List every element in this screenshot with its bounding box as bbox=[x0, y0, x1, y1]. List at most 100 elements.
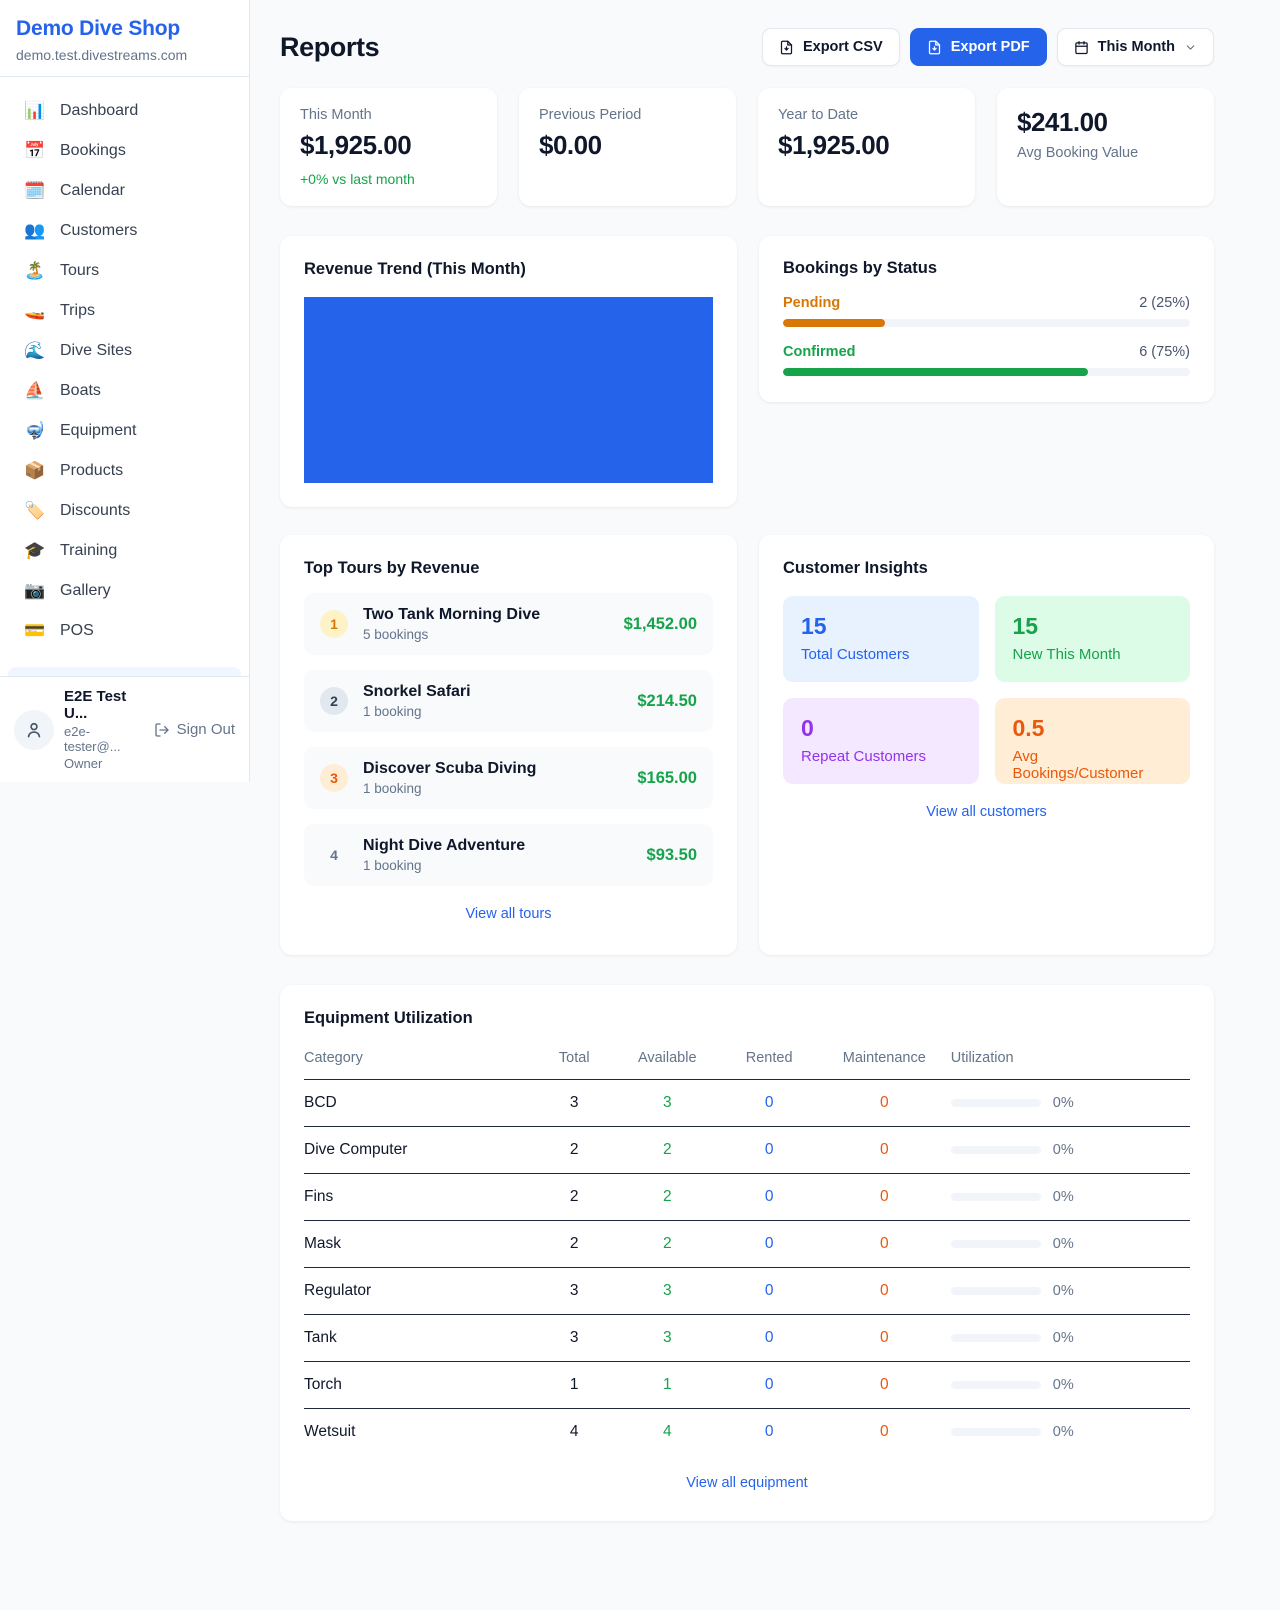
view-all-tours-link[interactable]: View all tours bbox=[304, 906, 713, 922]
sidebar-item-label: Discounts bbox=[60, 502, 130, 520]
tile-number: 0.5 bbox=[1013, 715, 1173, 742]
insight-tiles: 15 Total Customers 15 New This Month 0 R… bbox=[783, 596, 1190, 784]
utilization-bar bbox=[951, 1193, 1041, 1201]
sidebar-item-label: Customers bbox=[60, 222, 137, 240]
main-content: Reports Export CSV Export PDF This Month… bbox=[280, 0, 1214, 1521]
progress-track bbox=[783, 368, 1190, 376]
sidebar-item-equipment[interactable]: 🤿 Equipment bbox=[8, 411, 241, 451]
sidebar: Demo Dive Shop demo.test.divestreams.com… bbox=[0, 0, 250, 782]
tour-name: Night Dive Adventure bbox=[363, 837, 632, 855]
sidebar-item-boats[interactable]: ⛵ Boats bbox=[8, 371, 241, 411]
tile-total-customers: 15 Total Customers bbox=[783, 596, 979, 682]
sign-out-label: Sign Out bbox=[177, 721, 235, 738]
brand-name: Demo Dive Shop bbox=[16, 17, 233, 41]
sidebar-item-discounts[interactable]: 🏷️ Discounts bbox=[8, 491, 241, 531]
sidebar-item-pos[interactable]: 💳 POS bbox=[8, 611, 241, 651]
sidebar-item-trips[interactable]: 🚤 Trips bbox=[8, 291, 241, 331]
card-title: Revenue Trend (This Month) bbox=[304, 260, 713, 279]
tour-amount: $165.00 bbox=[637, 769, 697, 788]
sidebar-item-label: Gallery bbox=[60, 582, 111, 600]
view-all-equipment-link[interactable]: View all equipment bbox=[304, 1475, 1190, 1491]
table-row: Regulator 3 3 0 0 0% bbox=[304, 1268, 1190, 1315]
sidebar-nav: 📊 Dashboard 📅 Bookings 🗓️ Calendar 👥 Cus… bbox=[0, 77, 249, 667]
progress-fill bbox=[783, 368, 1088, 376]
utilization-bar bbox=[951, 1287, 1041, 1295]
rank-badge: 2 bbox=[320, 687, 348, 715]
stat-delta: +0% vs last month bbox=[300, 171, 477, 187]
stat-card-year-to-date: Year to Date $1,925.00 bbox=[758, 88, 975, 206]
equipment-utilization-card: Equipment Utilization Category Total Ava… bbox=[280, 985, 1214, 1521]
tour-bookings: 1 booking bbox=[363, 781, 622, 796]
brand: Demo Dive Shop demo.test.divestreams.com bbox=[0, 0, 249, 77]
customers-icon: 👥 bbox=[24, 221, 46, 241]
sidebar-item-dive-sites[interactable]: 🌊 Dive Sites bbox=[8, 331, 241, 371]
stat-card-this-month: This Month $1,925.00 +0% vs last month bbox=[280, 88, 497, 206]
table-row: Tank 3 3 0 0 0% bbox=[304, 1315, 1190, 1362]
table-row: BCD 3 3 0 0 0% bbox=[304, 1080, 1190, 1127]
file-download-icon bbox=[779, 40, 794, 55]
stats-row: This Month $1,925.00 +0% vs last month P… bbox=[280, 88, 1214, 206]
sidebar-item-label: Training bbox=[60, 542, 117, 560]
export-csv-button[interactable]: Export CSV bbox=[762, 28, 900, 66]
tour-amount: $1,452.00 bbox=[624, 615, 697, 634]
top-tours-card: Top Tours by Revenue 1 Two Tank Morning … bbox=[280, 535, 737, 955]
equipment-table: Category Total Available Rented Maintena… bbox=[304, 1040, 1190, 1455]
gallery-icon: 📷 bbox=[24, 581, 46, 601]
tour-row[interactable]: 4 Night Dive Adventure 1 booking $93.50 bbox=[304, 824, 713, 886]
rank-badge: 1 bbox=[320, 610, 348, 638]
tour-name: Discover Scuba Diving bbox=[363, 760, 622, 778]
sidebar-item-products[interactable]: 📦 Products bbox=[8, 451, 241, 491]
customer-insights-card: Customer Insights 15 Total Customers 15 … bbox=[759, 535, 1214, 955]
export-pdf-button[interactable]: Export PDF bbox=[910, 28, 1047, 66]
revenue-trend-card: Revenue Trend (This Month) bbox=[280, 236, 737, 507]
table-row: Torch 1 1 0 0 0% bbox=[304, 1362, 1190, 1409]
tours-icon: 🏝️ bbox=[24, 261, 46, 281]
calendar-icon: 🗓️ bbox=[24, 181, 46, 201]
sidebar-item-reports-partial[interactable] bbox=[8, 667, 241, 676]
sidebar-item-tours[interactable]: 🏝️ Tours bbox=[8, 251, 241, 291]
sidebar-item-label: Trips bbox=[60, 302, 95, 320]
dive-sites-icon: 🌊 bbox=[24, 341, 46, 361]
tile-label: Avg Bookings/Customer bbox=[1013, 748, 1173, 782]
utilization-bar bbox=[951, 1099, 1041, 1107]
sidebar-item-dashboard[interactable]: 📊 Dashboard bbox=[8, 91, 241, 131]
view-all-customers-link[interactable]: View all customers bbox=[783, 804, 1190, 820]
stat-label: Avg Booking Value bbox=[1017, 145, 1194, 161]
tile-avg-bookings: 0.5 Avg Bookings/Customer bbox=[995, 698, 1191, 784]
avatar bbox=[14, 710, 54, 750]
period-dropdown[interactable]: This Month bbox=[1057, 28, 1214, 66]
sign-out-button[interactable]: Sign Out bbox=[154, 721, 235, 738]
table-row: Wetsuit 4 4 0 0 0% bbox=[304, 1409, 1190, 1456]
tour-name: Two Tank Morning Dive bbox=[363, 606, 609, 624]
sidebar-item-customers[interactable]: 👥 Customers bbox=[8, 211, 241, 251]
tour-row[interactable]: 1 Two Tank Morning Dive 5 bookings $1,45… bbox=[304, 593, 713, 655]
stat-value: $1,925.00 bbox=[300, 130, 477, 161]
tour-bookings: 1 booking bbox=[363, 704, 622, 719]
stat-card-avg-booking-value: $241.00 Avg Booking Value bbox=[997, 88, 1214, 206]
tile-label: Total Customers bbox=[801, 646, 961, 663]
dashboard-icon: 📊 bbox=[24, 101, 46, 121]
tour-row[interactable]: 2 Snorkel Safari 1 booking $214.50 bbox=[304, 670, 713, 732]
stat-value: $241.00 bbox=[1017, 107, 1194, 138]
sidebar-item-bookings[interactable]: 📅 Bookings bbox=[8, 131, 241, 171]
table-header-row: Category Total Available Rented Maintena… bbox=[304, 1040, 1190, 1080]
utilization-bar bbox=[951, 1146, 1041, 1154]
user-role: Owner bbox=[64, 756, 144, 771]
tile-number: 0 bbox=[801, 715, 961, 742]
table-row: Mask 2 2 0 0 0% bbox=[304, 1221, 1190, 1268]
sidebar-item-training[interactable]: 🎓 Training bbox=[8, 531, 241, 571]
sidebar-item-gallery[interactable]: 📷 Gallery bbox=[8, 571, 241, 611]
column-header-rented: Rented bbox=[720, 1040, 817, 1080]
sidebar-item-calendar[interactable]: 🗓️ Calendar bbox=[8, 171, 241, 211]
stat-card-previous-period: Previous Period $0.00 bbox=[519, 88, 736, 206]
user-section: E2E Test U... e2e-tester@... Owner Sign … bbox=[0, 676, 249, 782]
stat-value: $0.00 bbox=[539, 130, 716, 161]
sidebar-item-label: Tours bbox=[60, 262, 99, 280]
tour-row[interactable]: 3 Discover Scuba Diving 1 booking $165.0… bbox=[304, 747, 713, 809]
tile-number: 15 bbox=[1013, 613, 1173, 640]
sidebar-item-label: Products bbox=[60, 462, 123, 480]
tour-bookings: 5 bookings bbox=[363, 627, 609, 642]
user-name: E2E Test U... bbox=[64, 688, 144, 722]
utilization-bar bbox=[951, 1334, 1041, 1342]
rank-badge: 4 bbox=[320, 841, 348, 869]
